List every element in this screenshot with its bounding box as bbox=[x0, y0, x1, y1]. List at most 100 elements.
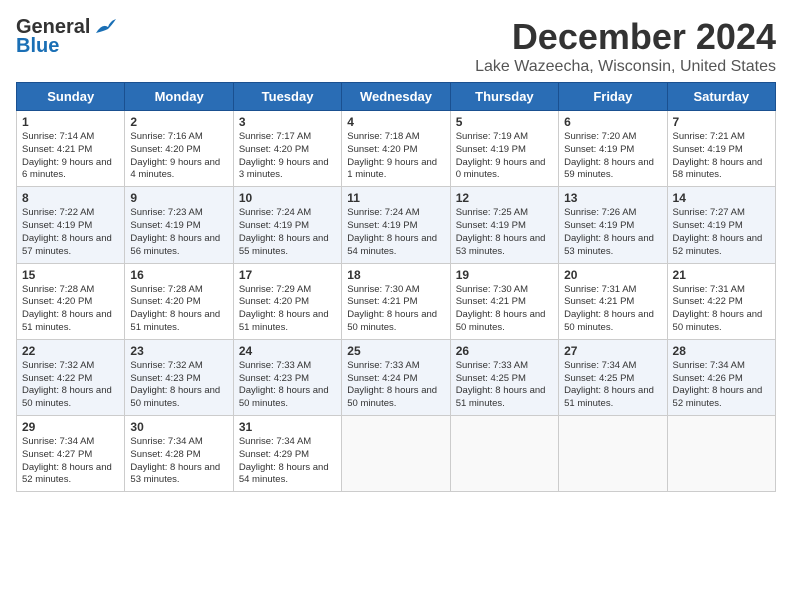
calendar-cell: 21 Sunrise: 7:31 AMSunset: 4:22 PMDayligh… bbox=[667, 263, 775, 339]
day-number: 8 bbox=[22, 191, 119, 205]
logo: General Blue bbox=[16, 16, 116, 58]
calendar-cell: 22 Sunrise: 7:32 AMSunset: 4:22 PMDayligh… bbox=[17, 339, 125, 415]
calendar-cell: 24 Sunrise: 7:33 AMSunset: 4:23 PMDayligh… bbox=[233, 339, 341, 415]
title-area: December 2024 Lake Wazeecha, Wisconsin, … bbox=[475, 16, 776, 76]
calendar-week-5: 29Sunrise: 7:34 AMSunset: 4:27 PMDayligh… bbox=[17, 416, 776, 492]
day-number: 13 bbox=[564, 191, 661, 205]
calendar-cell: 3Sunrise: 7:17 AMSunset: 4:20 PMDaylight… bbox=[233, 111, 341, 187]
calendar-cell: 5 Sunrise: 7:19 AMSunset: 4:19 PMDaylight… bbox=[450, 111, 558, 187]
day-number: 7 bbox=[673, 115, 770, 129]
day-number: 21 bbox=[673, 268, 770, 282]
day-number: 5 bbox=[456, 115, 553, 129]
weekday-header-thursday: Thursday bbox=[450, 83, 558, 111]
calendar-cell: 27 Sunrise: 7:34 AMSunset: 4:25 PMDayligh… bbox=[559, 339, 667, 415]
calendar-cell: 7 Sunrise: 7:21 AMSunset: 4:19 PMDaylight… bbox=[667, 111, 775, 187]
day-info: Sunrise: 7:22 AMSunset: 4:19 PMDaylight:… bbox=[22, 207, 119, 258]
logo-blue: Blue bbox=[16, 35, 59, 58]
weekday-header-monday: Monday bbox=[125, 83, 233, 111]
day-number: 30 bbox=[130, 420, 227, 434]
calendar-cell: 30 Sunrise: 7:34 AMSunset: 4:28 PMDayligh… bbox=[125, 416, 233, 492]
calendar-cell: 2 Sunrise: 7:16 AMSunset: 4:20 PMDaylight… bbox=[125, 111, 233, 187]
day-info: Sunrise: 7:34 AMSunset: 4:29 PMDaylight:… bbox=[239, 436, 336, 487]
day-number: 23 bbox=[130, 344, 227, 358]
day-number: 1 bbox=[22, 115, 119, 129]
calendar-week-3: 15 Sunrise: 7:28 AMSunset: 4:20 PMDayligh… bbox=[17, 263, 776, 339]
day-info: Sunrise: 7:18 AMSunset: 4:20 PMDaylight:… bbox=[347, 131, 444, 182]
day-info: Sunrise: 7:33 AMSunset: 4:25 PMDaylight:… bbox=[456, 360, 553, 411]
calendar-cell: 25 Sunrise: 7:33 AMSunset: 4:24 PMDayligh… bbox=[342, 339, 450, 415]
calendar-week-4: 22 Sunrise: 7:32 AMSunset: 4:22 PMDayligh… bbox=[17, 339, 776, 415]
day-info: Sunrise: 7:16 AMSunset: 4:20 PMDaylight:… bbox=[130, 131, 227, 182]
weekday-header-sunday: Sunday bbox=[17, 83, 125, 111]
weekday-header-wednesday: Wednesday bbox=[342, 83, 450, 111]
day-info: Sunrise: 7:33 AMSunset: 4:24 PMDaylight:… bbox=[347, 360, 444, 411]
day-number: 22 bbox=[22, 344, 119, 358]
weekday-header-saturday: Saturday bbox=[667, 83, 775, 111]
calendar-cell: 16 Sunrise: 7:28 AMSunset: 4:20 PMDayligh… bbox=[125, 263, 233, 339]
day-number: 9 bbox=[130, 191, 227, 205]
calendar-cell: 11 Sunrise: 7:24 AMSunset: 4:19 PMDayligh… bbox=[342, 187, 450, 263]
calendar-cell bbox=[342, 416, 450, 492]
weekday-header-friday: Friday bbox=[559, 83, 667, 111]
day-info: Sunrise: 7:25 AMSunset: 4:19 PMDaylight:… bbox=[456, 207, 553, 258]
calendar-cell: 12 Sunrise: 7:25 AMSunset: 4:19 PMDayligh… bbox=[450, 187, 558, 263]
day-number: 10 bbox=[239, 191, 336, 205]
calendar-week-2: 8 Sunrise: 7:22 AMSunset: 4:19 PMDaylight… bbox=[17, 187, 776, 263]
day-number: 6 bbox=[564, 115, 661, 129]
day-info: Sunrise: 7:26 AMSunset: 4:19 PMDaylight:… bbox=[564, 207, 661, 258]
day-number: 20 bbox=[564, 268, 661, 282]
day-number: 4 bbox=[347, 115, 444, 129]
day-number: 2 bbox=[130, 115, 227, 129]
calendar-cell: 26 Sunrise: 7:33 AMSunset: 4:25 PMDayligh… bbox=[450, 339, 558, 415]
day-info: Sunrise: 7:34 AMSunset: 4:28 PMDaylight:… bbox=[130, 436, 227, 487]
day-number: 11 bbox=[347, 191, 444, 205]
day-number: 26 bbox=[456, 344, 553, 358]
day-info: Sunrise: 7:32 AMSunset: 4:23 PMDaylight:… bbox=[130, 360, 227, 411]
day-info: Sunrise: 7:32 AMSunset: 4:22 PMDaylight:… bbox=[22, 360, 119, 411]
calendar-cell: 17Sunrise: 7:29 AMSunset: 4:20 PMDayligh… bbox=[233, 263, 341, 339]
day-number: 27 bbox=[564, 344, 661, 358]
day-info: Sunrise: 7:27 AMSunset: 4:19 PMDaylight:… bbox=[673, 207, 770, 258]
calendar-cell: 31Sunrise: 7:34 AMSunset: 4:29 PMDayligh… bbox=[233, 416, 341, 492]
day-info: Sunrise: 7:34 AMSunset: 4:25 PMDaylight:… bbox=[564, 360, 661, 411]
day-info: Sunrise: 7:31 AMSunset: 4:22 PMDaylight:… bbox=[673, 284, 770, 335]
calendar-cell: 8 Sunrise: 7:22 AMSunset: 4:19 PMDaylight… bbox=[17, 187, 125, 263]
day-info: Sunrise: 7:14 AMSunset: 4:21 PMDaylight:… bbox=[22, 131, 119, 182]
day-number: 19 bbox=[456, 268, 553, 282]
weekday-header-row: SundayMondayTuesdayWednesdayThursdayFrid… bbox=[17, 83, 776, 111]
calendar-cell: 18Sunrise: 7:30 AMSunset: 4:21 PMDayligh… bbox=[342, 263, 450, 339]
day-info: Sunrise: 7:20 AMSunset: 4:19 PMDaylight:… bbox=[564, 131, 661, 182]
calendar-cell bbox=[450, 416, 558, 492]
day-info: Sunrise: 7:30 AMSunset: 4:21 PMDaylight:… bbox=[456, 284, 553, 335]
day-number: 16 bbox=[130, 268, 227, 282]
day-info: Sunrise: 7:28 AMSunset: 4:20 PMDaylight:… bbox=[130, 284, 227, 335]
day-number: 15 bbox=[22, 268, 119, 282]
day-info: Sunrise: 7:31 AMSunset: 4:21 PMDaylight:… bbox=[564, 284, 661, 335]
calendar-cell: 9 Sunrise: 7:23 AMSunset: 4:19 PMDaylight… bbox=[125, 187, 233, 263]
day-info: Sunrise: 7:23 AMSunset: 4:19 PMDaylight:… bbox=[130, 207, 227, 258]
day-info: Sunrise: 7:34 AMSunset: 4:27 PMDaylight:… bbox=[22, 436, 119, 487]
day-number: 3 bbox=[239, 115, 336, 129]
calendar-cell: 20 Sunrise: 7:31 AMSunset: 4:21 PMDayligh… bbox=[559, 263, 667, 339]
day-number: 24 bbox=[239, 344, 336, 358]
calendar-cell: 15Sunrise: 7:28 AMSunset: 4:20 PMDayligh… bbox=[17, 263, 125, 339]
day-info: Sunrise: 7:34 AMSunset: 4:26 PMDaylight:… bbox=[673, 360, 770, 411]
calendar-cell bbox=[667, 416, 775, 492]
month-title: December 2024 bbox=[475, 16, 776, 58]
calendar-cell: 10 Sunrise: 7:24 AMSunset: 4:19 PMDayligh… bbox=[233, 187, 341, 263]
calendar-cell: 6 Sunrise: 7:20 AMSunset: 4:19 PMDaylight… bbox=[559, 111, 667, 187]
day-info: Sunrise: 7:33 AMSunset: 4:23 PMDaylight:… bbox=[239, 360, 336, 411]
calendar-cell: 1 Sunrise: 7:14 AMSunset: 4:21 PMDaylight… bbox=[17, 111, 125, 187]
day-number: 25 bbox=[347, 344, 444, 358]
day-number: 14 bbox=[673, 191, 770, 205]
weekday-header-tuesday: Tuesday bbox=[233, 83, 341, 111]
day-info: Sunrise: 7:24 AMSunset: 4:19 PMDaylight:… bbox=[347, 207, 444, 258]
day-info: Sunrise: 7:24 AMSunset: 4:19 PMDaylight:… bbox=[239, 207, 336, 258]
day-info: Sunrise: 7:19 AMSunset: 4:19 PMDaylight:… bbox=[456, 131, 553, 182]
day-number: 28 bbox=[673, 344, 770, 358]
day-number: 12 bbox=[456, 191, 553, 205]
calendar-cell: 14 Sunrise: 7:27 AMSunset: 4:19 PMDayligh… bbox=[667, 187, 775, 263]
calendar-cell: 23 Sunrise: 7:32 AMSunset: 4:23 PMDayligh… bbox=[125, 339, 233, 415]
day-number: 18 bbox=[347, 268, 444, 282]
day-info: Sunrise: 7:21 AMSunset: 4:19 PMDaylight:… bbox=[673, 131, 770, 182]
